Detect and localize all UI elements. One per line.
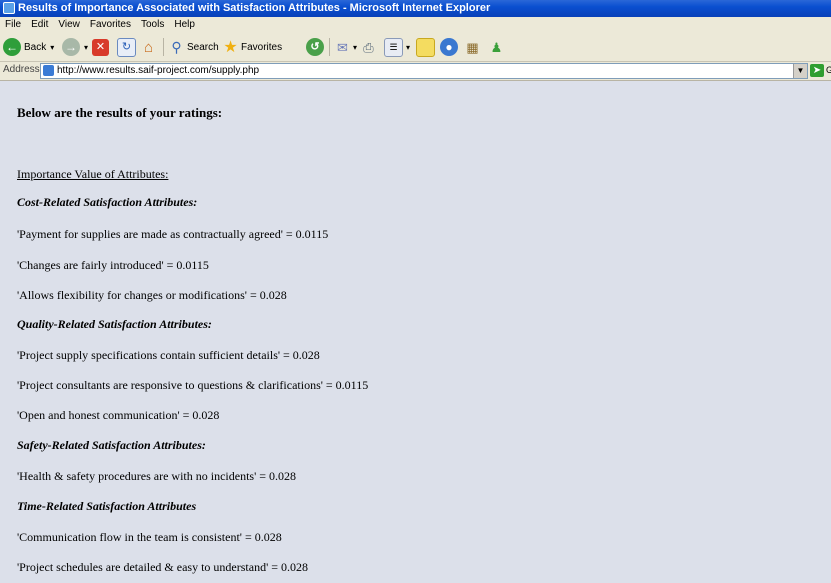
group-title-time: Time-Related Satisfaction Attributes xyxy=(17,499,197,513)
print-button[interactable]: ⎙ xyxy=(360,36,377,58)
stop-icon: ✕ xyxy=(92,38,109,56)
back-arrow-icon: ← xyxy=(3,38,21,56)
messenger-button[interactable]: ● xyxy=(440,36,458,58)
address-dropdown-icon[interactable]: ▼ xyxy=(793,64,807,78)
address-url: http://www.results.saif-project.com/supp… xyxy=(57,65,260,76)
back-label: Back xyxy=(24,41,47,53)
mail-button[interactable]: ✉ ▾ xyxy=(334,36,357,58)
favorites-star-icon: ★ xyxy=(223,38,238,56)
mail-icon: ✉ xyxy=(337,39,348,55)
window-titlebar: Results of Importance Associated with Sa… xyxy=(0,0,831,17)
stop-button[interactable]: ✕ xyxy=(92,36,109,58)
mail-dropdown-icon[interactable]: ▾ xyxy=(353,43,357,52)
refresh-button[interactable]: ↻ xyxy=(117,36,136,58)
discuss-button[interactable] xyxy=(416,36,435,58)
forward-button[interactable]: → ▾ xyxy=(62,36,88,58)
edit-page-icon: ☰ xyxy=(384,37,403,57)
group-title-safety: Safety-Related Satisfaction Attributes: xyxy=(17,438,206,452)
address-input[interactable]: http://www.results.saif-project.com/supp… xyxy=(40,63,808,79)
address-bar: Address http://www.results.saif-project.… xyxy=(0,62,831,81)
page-icon xyxy=(43,65,54,76)
users-button[interactable]: ♟ xyxy=(488,36,505,58)
window-title: Results of Importance Associated with Sa… xyxy=(18,2,491,14)
internet-explorer-icon xyxy=(3,2,15,14)
go-button[interactable]: ➤ xyxy=(810,64,824,77)
menu-tools[interactable]: Tools xyxy=(136,17,169,33)
messenger-users-icon: ♟ xyxy=(490,39,503,55)
group-title-cost: Cost-Related Satisfaction Attributes: xyxy=(17,195,198,209)
refresh-icon: ↻ xyxy=(117,37,136,57)
group-title-quality: Quality-Related Satisfaction Attributes: xyxy=(17,317,212,331)
go-arrow-icon: ➤ xyxy=(812,65,822,76)
favorites-label: Favorites xyxy=(241,41,283,53)
attribute-line: 'Changes are fairly introduced' = 0.0115 xyxy=(17,258,209,272)
menu-edit[interactable]: Edit xyxy=(26,17,53,33)
search-magnifier-icon: ⚲ xyxy=(171,38,182,55)
home-button[interactable]: ⌂ xyxy=(140,36,157,58)
back-dropdown-icon[interactable]: ▾ xyxy=(50,43,54,52)
page-content: Below are the results of your ratings: I… xyxy=(0,81,831,583)
discuss-note-icon xyxy=(416,37,435,57)
favorites-button[interactable]: ★ Favorites xyxy=(222,36,282,58)
search-button[interactable]: ⚲ Search xyxy=(168,36,219,58)
menu-bar: File Edit View Favorites Tools Help xyxy=(0,17,831,34)
attribute-line: 'Project schedules are detailed & easy t… xyxy=(17,560,309,574)
edit-button[interactable]: ☰ ▾ xyxy=(384,36,410,58)
menu-favorites[interactable]: Favorites xyxy=(85,17,136,33)
menu-help[interactable]: Help xyxy=(169,17,200,33)
globe-icon: ● xyxy=(440,38,458,56)
address-label: Address xyxy=(3,64,40,75)
search-label: Search xyxy=(187,41,219,53)
page-heading: Below are the results of your ratings: xyxy=(17,105,223,120)
menu-view[interactable]: View xyxy=(53,17,85,33)
attribute-line: 'Health & safety procedures are with no … xyxy=(17,469,297,483)
home-icon: ⌂ xyxy=(143,38,154,56)
edit-dropdown-icon[interactable]: ▾ xyxy=(406,43,410,52)
standard-toolbar: ← Back ▾ → ▾ ✕ ↻ ⌂ ⚲ Search ★ Favorites … xyxy=(0,33,831,62)
attribute-line: 'Project supply specifications contain s… xyxy=(17,348,320,362)
research-book-icon: ▦ xyxy=(466,39,479,55)
section-title: Importance Value of Attributes: xyxy=(17,167,169,181)
forward-dropdown-icon[interactable]: ▾ xyxy=(84,43,88,52)
back-button[interactable]: ← Back ▾ xyxy=(3,36,54,58)
attribute-line: 'Payment for supplies are made as contra… xyxy=(17,227,329,241)
attribute-line: 'Open and honest communication' = 0.028 xyxy=(17,408,220,422)
attribute-line: 'Communication flow in the team is consi… xyxy=(17,530,282,544)
history-button[interactable]: ↺ xyxy=(306,36,324,58)
go-label-partial: G xyxy=(826,65,831,75)
history-icon: ↺ xyxy=(306,38,324,56)
print-icon: ⎙ xyxy=(363,39,374,55)
attribute-line: 'Project consultants are responsive to q… xyxy=(17,378,369,392)
attribute-line: 'Allows flexibility for changes or modif… xyxy=(17,288,287,302)
research-button[interactable]: ▦ xyxy=(464,36,481,58)
menu-file[interactable]: File xyxy=(0,17,26,33)
forward-arrow-icon: → xyxy=(62,38,80,56)
